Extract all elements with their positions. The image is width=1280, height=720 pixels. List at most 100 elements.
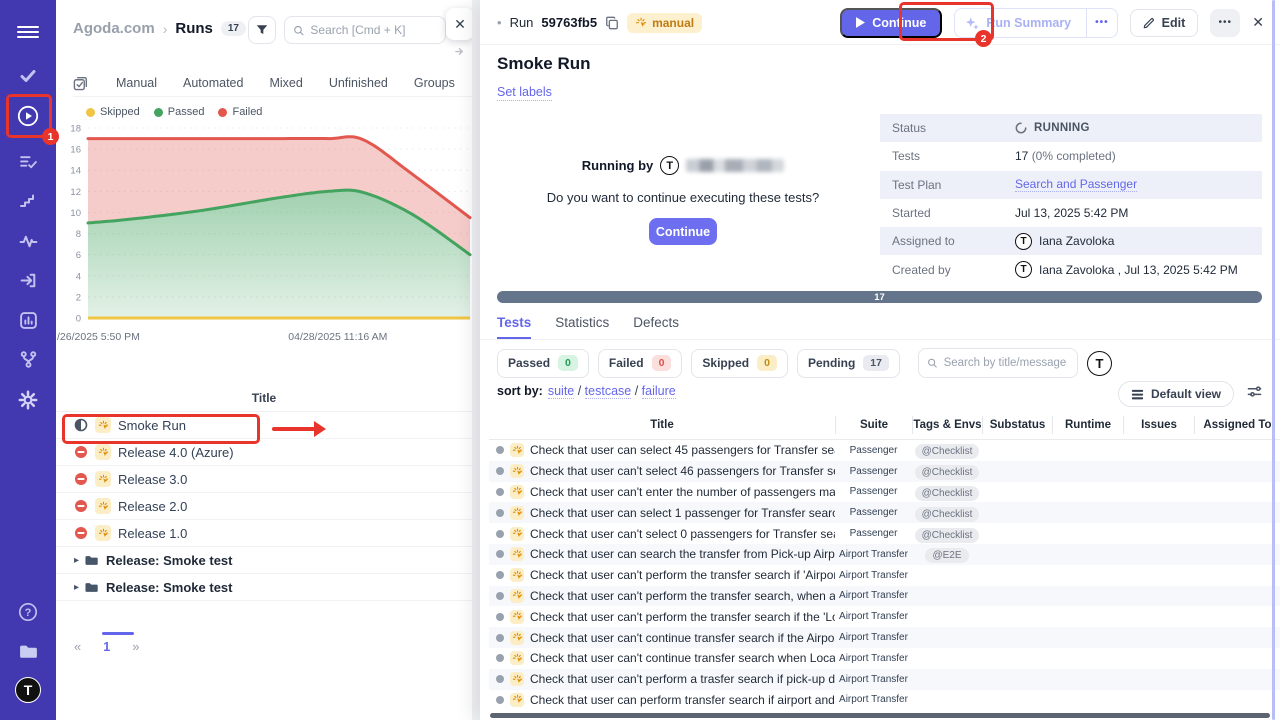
tag-chip: @Checklist [915,444,980,459]
run-row[interactable]: ▸ Release: Smoke test [56,574,472,601]
import-icon[interactable] [0,262,56,298]
test-row[interactable]: Check that user can't perform a trasfer … [489,669,1280,690]
edit-button[interactable]: Edit [1130,9,1199,37]
column-header-substatus[interactable]: Substatus [982,416,1052,434]
test-suite: Passenger [835,486,912,497]
test-suite: Passenger [835,445,912,456]
run-row[interactable]: Release 2.0 [56,493,472,520]
horizontal-scrollbar[interactable] [490,713,1270,718]
runs-search-input[interactable] [310,23,437,37]
manual-icon [95,444,111,460]
run-row[interactable]: Release 3.0 [56,466,472,493]
tab-statistics[interactable]: Statistics [555,311,609,339]
sort-link-suite[interactable]: suite [548,384,574,399]
test-row[interactable]: Check that user can't continue transfer … [489,627,1280,648]
test-row[interactable]: Check that user can't select 0 passenger… [489,523,1280,544]
test-row[interactable]: Check that user can't select 46 passenge… [489,461,1280,482]
runs-tab-automated[interactable]: Automated [183,76,243,90]
breadcrumb: Agoda.com › Runs 17 [73,20,246,37]
run-row[interactable]: Release 1.0 [56,520,472,547]
filter-chip-passed[interactable]: Passed0 [497,349,589,378]
runs-tab-manual[interactable]: Manual [116,76,157,90]
tab-tests[interactable]: Tests [497,311,531,339]
check-icon[interactable] [0,58,56,94]
column-header-issues[interactable]: Issues [1123,416,1194,434]
test-row[interactable]: Check that user can select 1 passenger f… [489,502,1280,523]
close-icon[interactable]: ✕ [1252,14,1264,31]
runs-search[interactable] [284,16,446,44]
sort-link-failure[interactable]: failure [642,384,676,399]
view-settings-icon[interactable] [1247,384,1262,404]
test-suite: Airport Transfer [835,694,912,705]
default-view-button[interactable]: Default view [1118,381,1234,407]
test-row[interactable]: Check that user can't perform the transf… [489,606,1280,627]
tab-defects[interactable]: Defects [633,311,679,339]
test-row[interactable]: Check that user can't enter the number o… [489,482,1280,503]
menu-icon[interactable] [0,14,56,50]
test-plan-link[interactable]: Search and Passenger [1015,177,1137,192]
run-title: Release: Smoke test [106,580,232,595]
list-check-icon[interactable] [0,144,56,180]
set-labels-link[interactable]: Set labels [497,85,552,101]
filter-chip-skipped[interactable]: Skipped0 [691,349,788,378]
page-number[interactable]: 1 [103,640,110,654]
bar-chart-icon[interactable] [0,302,56,338]
tests-search-input[interactable] [944,357,1069,369]
expand-caret-icon[interactable]: ▸ [74,555,79,566]
gear-icon[interactable] [0,382,56,418]
column-header-assigned-to[interactable]: Assigned To [1194,416,1280,434]
test-row[interactable]: Check that user can select 45 passengers… [489,440,1280,461]
run-row[interactable]: Release 4.0 (Azure) [56,439,472,466]
runs-tab-mixed[interactable]: Mixed [269,76,302,90]
column-header-runtime[interactable]: Runtime [1052,416,1123,434]
expand-caret-icon[interactable]: ▸ [74,582,79,593]
column-header-suite[interactable]: Suite [835,416,912,434]
test-tags: @Checklist [912,462,982,480]
workspace-avatar[interactable]: T [0,672,56,708]
runs-tab-groups[interactable]: Groups [414,76,455,90]
prev-page-button[interactable]: « [74,639,81,654]
run-summary-button[interactable]: Run Summary ••• [954,8,1117,38]
filter-chip-failed[interactable]: Failed0 [598,349,683,378]
select-all-icon[interactable] [73,76,88,91]
tests-search[interactable] [918,348,1078,378]
run-summary-more-icon[interactable]: ••• [1086,9,1117,37]
close-panel-button[interactable]: ✕ [446,8,472,40]
test-row[interactable]: Check that user can't continue transfer … [489,648,1280,669]
filter-button[interactable] [248,16,276,44]
more-actions-button[interactable]: ••• [1210,9,1240,37]
tests-table-header: TitleSuiteTags & EnvsSubstatusRuntimeIss… [489,410,1280,440]
continue-button-inline[interactable]: Continue [649,218,717,245]
test-row[interactable]: Check that user can perform transfer sea… [489,690,1280,711]
test-row[interactable]: Check that user can't perform the transf… [489,586,1280,607]
svg-text:12: 12 [70,187,81,198]
column-header-tags-envs[interactable]: Tags & Envs [912,416,982,434]
test-row[interactable]: Check that user can search the transfer … [489,544,1280,565]
breadcrumb-project[interactable]: Agoda.com [73,20,155,37]
svg-text:14: 14 [70,166,81,177]
copy-icon[interactable] [605,16,619,30]
next-page-button[interactable]: » [132,639,139,654]
continue-button[interactable]: Continue [840,8,942,38]
play-circle-icon[interactable] [0,98,56,134]
steps-icon[interactable] [0,184,56,220]
run-row[interactable]: Smoke Run [56,412,472,439]
help-icon[interactable]: ? [0,594,56,630]
untested-status-icon [496,467,504,475]
vertical-scrollbar[interactable] [1272,0,1275,720]
user-avatar: T [660,156,679,175]
pulse-icon[interactable] [0,223,56,259]
branch-icon[interactable] [0,341,56,377]
svg-text:/26/2025 5:50 PM: /26/2025 5:50 PM [57,331,140,343]
assignee-filter-avatar[interactable]: T [1087,351,1112,376]
column-header-title[interactable]: Title [489,416,835,434]
sort-link-testcase[interactable]: testcase [585,384,632,399]
run-row[interactable]: ▸Release: Smoke test [56,547,472,574]
runs-tab-unfinished[interactable]: Unfinished [329,76,388,90]
breadcrumb-page: Runs [175,20,213,37]
folder-icon[interactable] [0,633,56,669]
dock-icon[interactable] [454,44,465,62]
untested-status-icon [496,634,504,642]
test-row[interactable]: Check that user can't perform the transf… [489,565,1280,586]
filter-chip-pending[interactable]: Pending17 [797,349,900,378]
